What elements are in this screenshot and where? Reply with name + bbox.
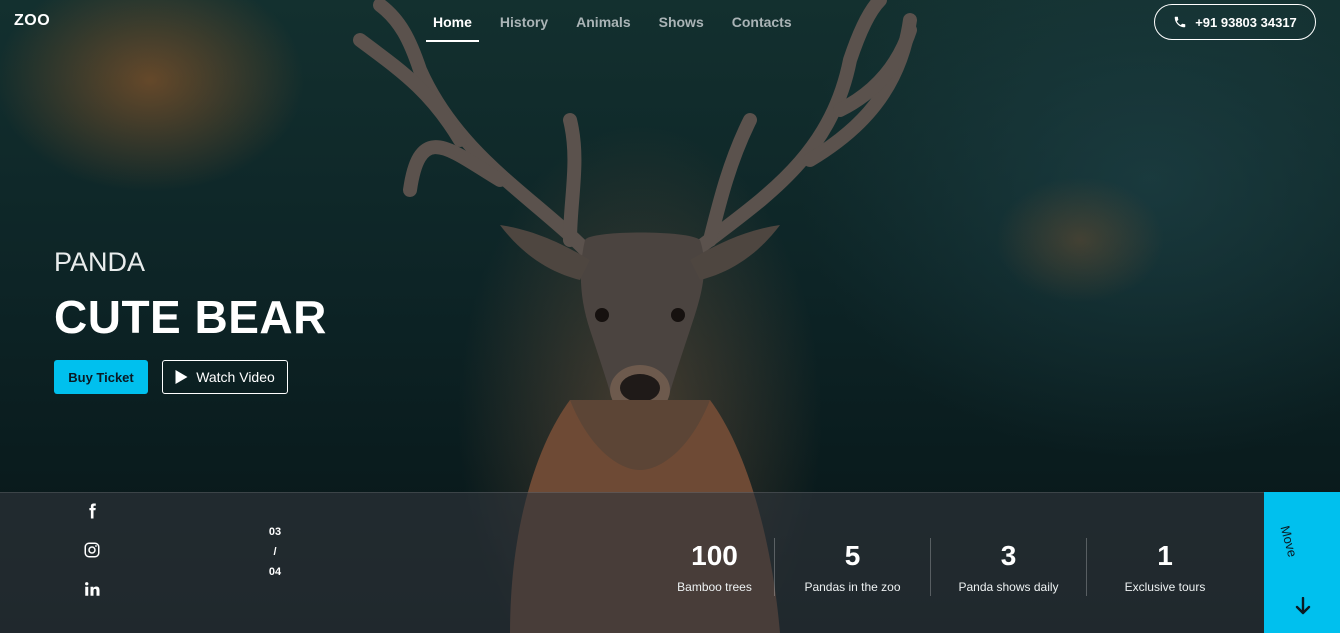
stat-exclusive-tours: 1 Exclusive tours bbox=[1087, 538, 1243, 596]
stat-value: 3 bbox=[1000, 540, 1017, 571]
hero-subtitle: PANDA bbox=[54, 247, 146, 277]
watch-video-label: Watch Video bbox=[196, 369, 275, 385]
slide-total: 04 bbox=[268, 566, 282, 578]
stat-panda-shows: 3 Panda shows daily bbox=[931, 538, 1087, 596]
nav-home[interactable]: Home bbox=[426, 12, 479, 42]
zoo-logo[interactable]: ZOO bbox=[14, 12, 50, 30]
nav-animals[interactable]: Animals bbox=[569, 12, 637, 42]
play-icon bbox=[175, 370, 188, 384]
stat-label: Exclusive tours bbox=[1124, 580, 1206, 594]
nav-contacts[interactable]: Contacts bbox=[725, 12, 799, 42]
stat-pandas: 5 Pandas in the zoo bbox=[775, 538, 931, 596]
slide-current: 03 bbox=[268, 526, 282, 538]
stats-row: 100 Bamboo trees 5 Pandas in the zoo 3 P… bbox=[655, 538, 1243, 596]
move-label: Move bbox=[1277, 524, 1301, 559]
slide-separator: / bbox=[273, 546, 277, 558]
hero-title: CUTE BEAR bbox=[54, 291, 327, 343]
stat-label: Panda shows daily bbox=[958, 580, 1059, 594]
facebook-icon bbox=[89, 503, 96, 519]
slide-counter: 03 / 04 bbox=[262, 522, 288, 582]
phone-icon bbox=[1174, 16, 1186, 28]
stat-label: Bamboo trees bbox=[677, 580, 752, 594]
buy-ticket-button[interactable]: Buy Ticket bbox=[54, 360, 148, 394]
stat-bamboo-trees: 100 Bamboo trees bbox=[655, 538, 775, 596]
phone-button[interactable]: +91 93803 34317 bbox=[1154, 4, 1316, 40]
move-down-button[interactable]: Move bbox=[1264, 492, 1340, 633]
phone-number: +91 93803 34317 bbox=[1195, 14, 1297, 30]
linkedin-link[interactable] bbox=[80, 578, 104, 600]
arrow-down-icon bbox=[1295, 597, 1311, 615]
instagram-icon bbox=[84, 542, 100, 558]
instagram-link[interactable] bbox=[80, 539, 104, 561]
main-navigation: Home History Animals Shows Contacts bbox=[426, 12, 813, 42]
stat-label: Pandas in the zoo bbox=[804, 580, 901, 594]
stat-value: 5 bbox=[844, 540, 861, 571]
nav-history[interactable]: History bbox=[493, 12, 555, 42]
watch-video-button[interactable]: Watch Video bbox=[162, 360, 288, 394]
nav-shows[interactable]: Shows bbox=[652, 12, 711, 42]
facebook-link[interactable] bbox=[80, 500, 104, 522]
stat-value: 1 bbox=[1157, 540, 1173, 571]
stat-value: 100 bbox=[691, 540, 738, 571]
linkedin-icon bbox=[85, 582, 100, 596]
